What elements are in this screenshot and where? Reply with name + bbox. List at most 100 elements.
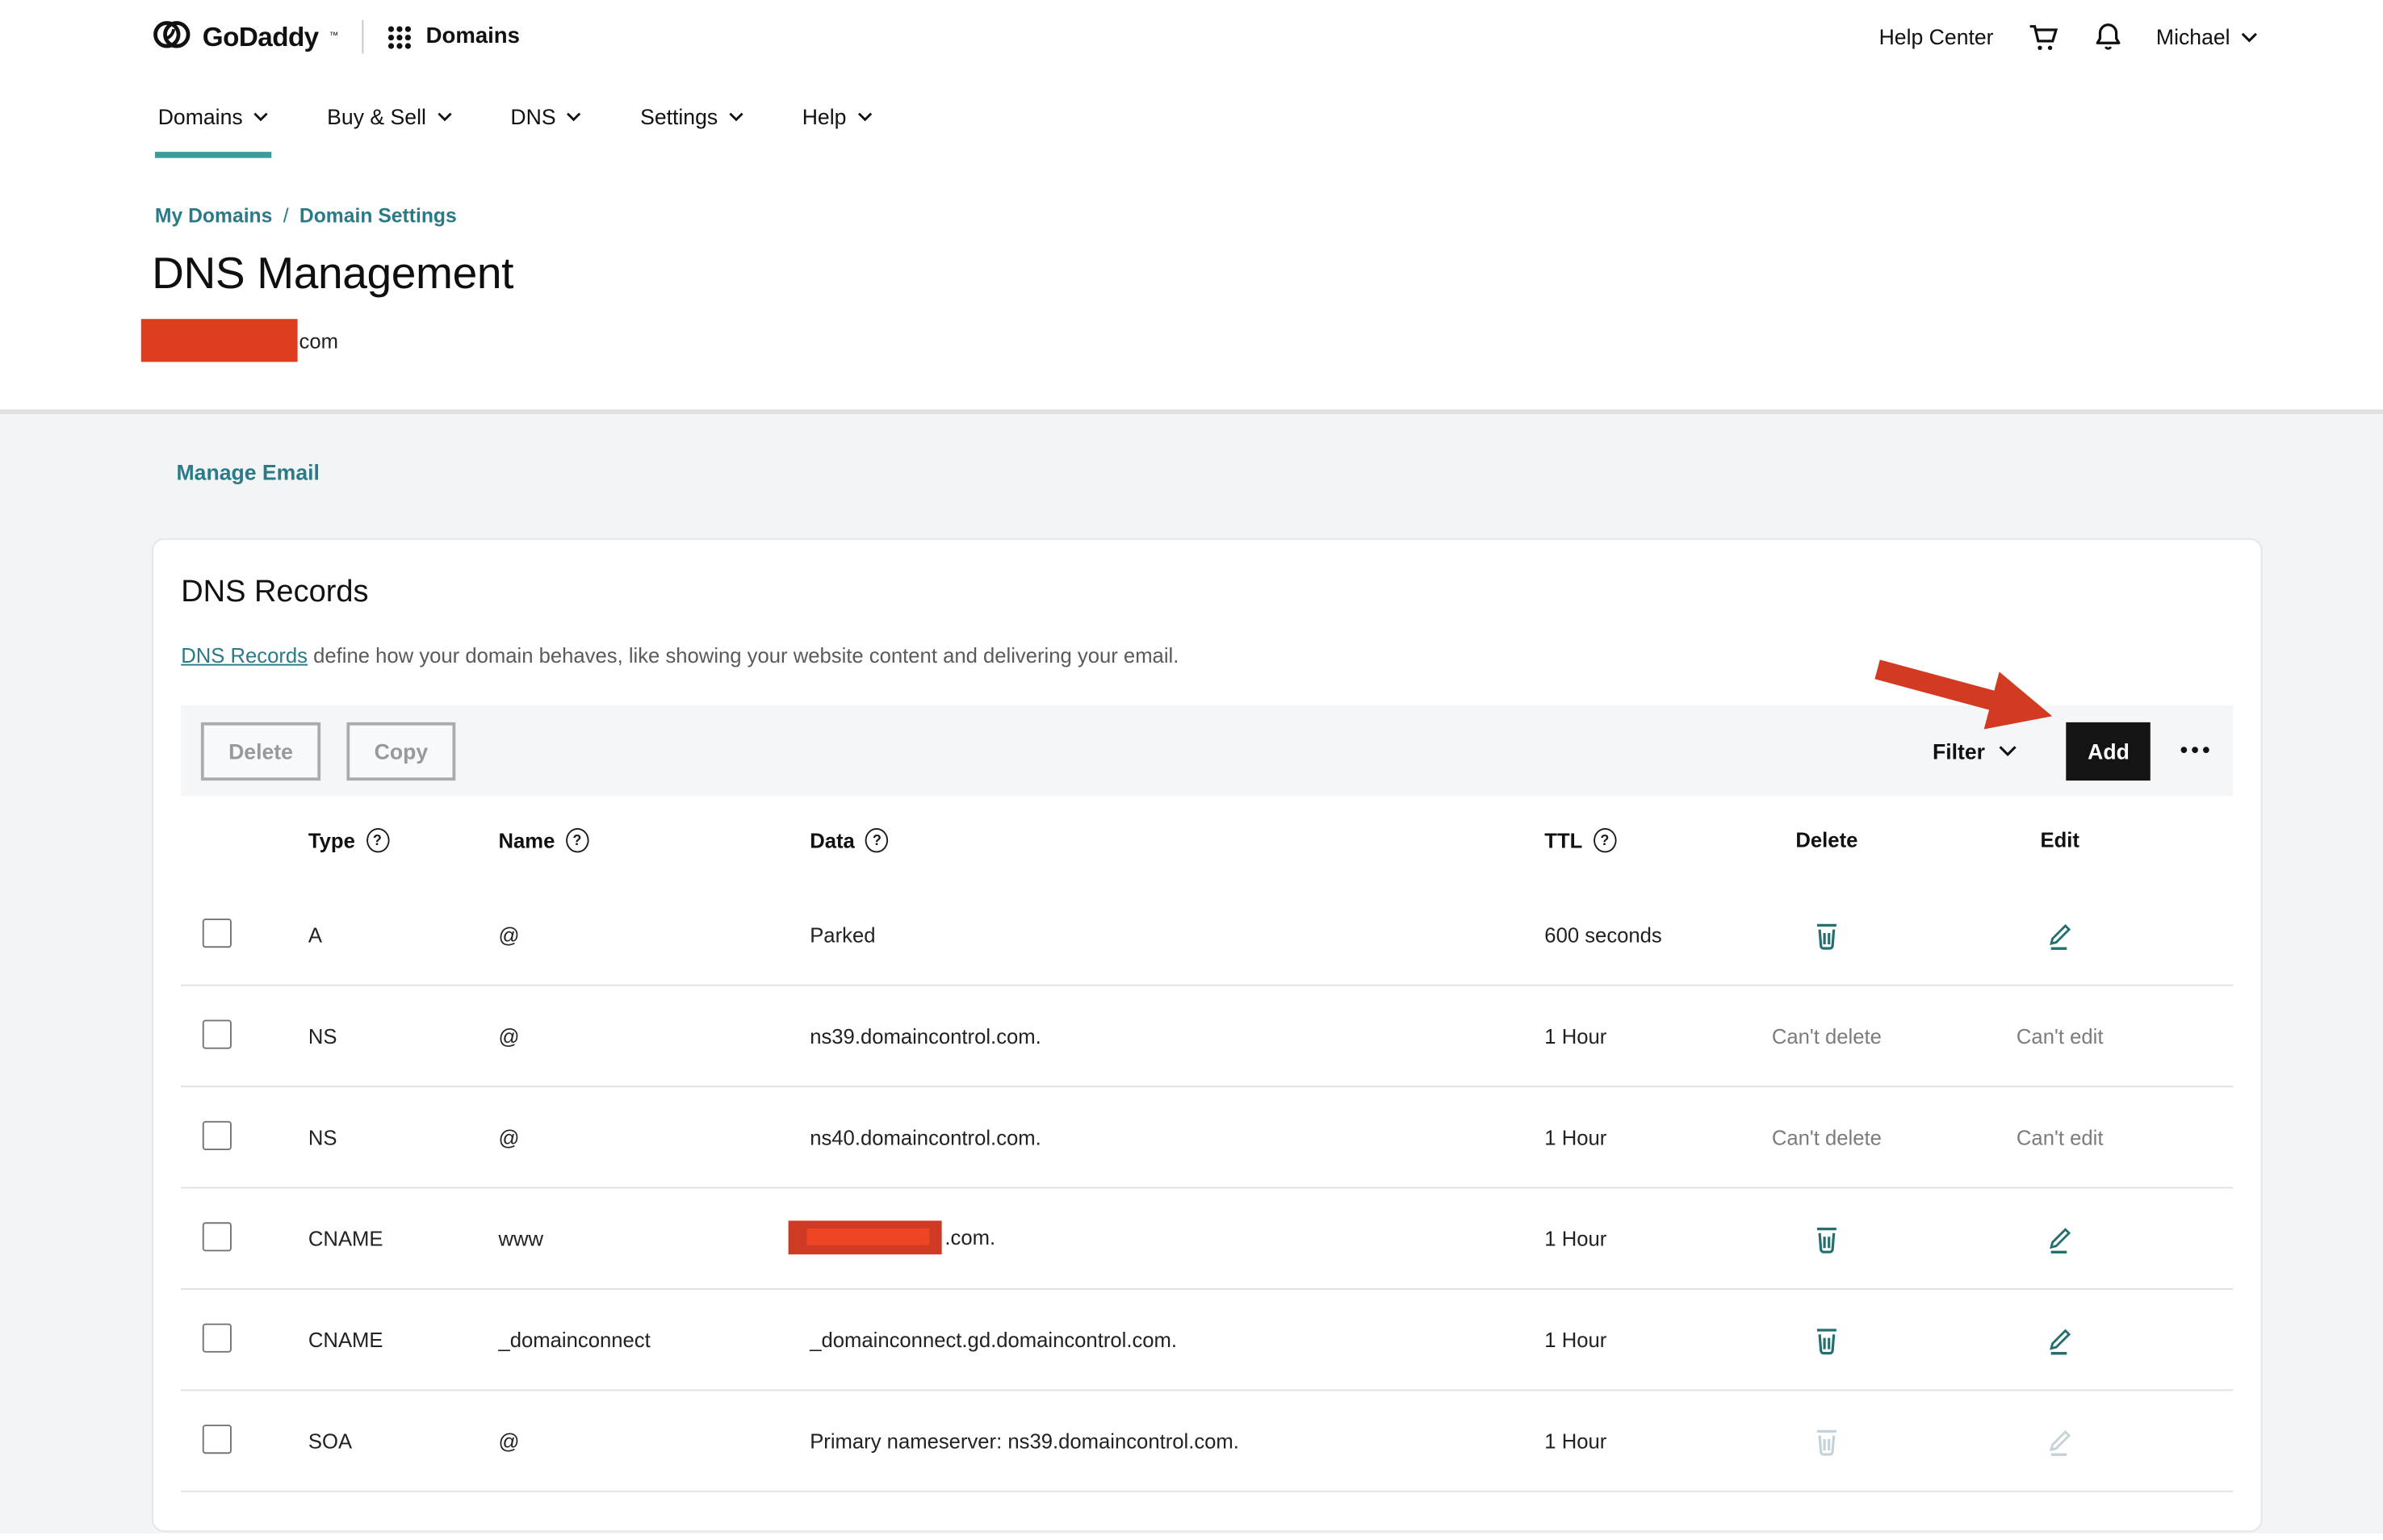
cell-data: .com. bbox=[810, 1220, 995, 1257]
cell-name: @ bbox=[499, 923, 520, 947]
breadcrumb-domain-settings[interactable]: Domain Settings bbox=[299, 204, 457, 227]
dns-records-card: DNS Records DNS Records define how your … bbox=[152, 538, 2262, 1532]
cell-ttl: 1 Hour bbox=[1544, 1024, 1606, 1048]
row-checkbox[interactable] bbox=[203, 1120, 232, 1149]
checkbox-cell bbox=[203, 1424, 232, 1458]
user-menu[interactable]: Michael bbox=[2156, 24, 2258, 48]
chevron-down-icon bbox=[1999, 744, 2017, 756]
table-row: A @ Parked 600 seconds bbox=[181, 885, 2233, 986]
breadcrumb-my-domains[interactable]: My Domains bbox=[155, 204, 272, 227]
edit-record-icon[interactable] bbox=[2046, 919, 2074, 951]
trademark: ™ bbox=[329, 32, 338, 41]
header-edit: Edit bbox=[1922, 829, 2198, 852]
cell-data: Parked bbox=[810, 923, 875, 947]
checkbox-cell bbox=[203, 1221, 232, 1255]
redacted-domain-name bbox=[141, 319, 298, 362]
godaddy-logo[interactable]: GoDaddy™ bbox=[152, 17, 338, 56]
records-toolbar: Delete Copy Filter Add ••• bbox=[181, 705, 2233, 796]
primary-nav: Domains Buy & Sell DNS Settings Help bbox=[0, 73, 2383, 158]
help-center-link[interactable]: Help Center bbox=[1879, 24, 1994, 48]
chevron-down-icon bbox=[729, 111, 744, 120]
delete-record-icon[interactable] bbox=[1813, 1223, 1841, 1253]
cell-type: A bbox=[308, 923, 322, 947]
row-checkbox[interactable] bbox=[203, 1323, 232, 1352]
header-name: Name? bbox=[499, 828, 589, 852]
cant-edit-label: Can't edit bbox=[1922, 1126, 2198, 1149]
dns-records-link[interactable]: DNS Records bbox=[181, 644, 308, 667]
tab-domains[interactable]: Domains bbox=[158, 73, 269, 158]
page-content: Manage Email DNS Records DNS Records def… bbox=[0, 414, 2383, 1534]
row-checkbox[interactable] bbox=[203, 1019, 232, 1048]
delete-record-icon[interactable] bbox=[1813, 1324, 1841, 1355]
cant-edit-label: Can't edit bbox=[1922, 1024, 2198, 1048]
cell-data: ns40.domaincontrol.com. bbox=[810, 1126, 1041, 1149]
edit-record-icon[interactable] bbox=[2046, 1324, 2074, 1356]
table-row: SOA @ Primary nameserver: ns39.domaincon… bbox=[181, 1391, 2233, 1492]
table-row: CNAME www .com. 1 Hour bbox=[181, 1189, 2233, 1290]
domain-name-line: com bbox=[141, 319, 2383, 362]
cell-type: CNAME bbox=[308, 1328, 383, 1351]
cell-name: www bbox=[499, 1227, 544, 1250]
row-checkbox[interactable] bbox=[203, 918, 232, 947]
header-type: Type? bbox=[308, 828, 389, 852]
help-icon[interactable]: ? bbox=[366, 828, 389, 852]
app-switcher-icon[interactable] bbox=[386, 23, 412, 49]
table-row: NS @ ns39.domaincontrol.com. 1 Hour Can'… bbox=[181, 986, 2233, 1087]
cell-data: Primary nameserver: ns39.domaincontrol.c… bbox=[810, 1429, 1239, 1453]
checkbox-cell bbox=[203, 1120, 232, 1154]
row-checkbox[interactable] bbox=[203, 1221, 232, 1250]
checkbox-cell bbox=[203, 1323, 232, 1357]
cart-icon[interactable] bbox=[2027, 23, 2059, 52]
header-data: Data? bbox=[810, 828, 888, 852]
cell-name: @ bbox=[499, 1126, 520, 1149]
description-text: define how your domain behaves, like sho… bbox=[308, 644, 1179, 667]
cell-ttl: 1 Hour bbox=[1544, 1126, 1606, 1149]
table-row: CNAME _domainconnect _domainconnect.gd.d… bbox=[181, 1290, 2233, 1391]
help-icon[interactable]: ? bbox=[865, 828, 889, 852]
tab-buy-sell[interactable]: Buy & Sell bbox=[327, 73, 452, 158]
cell-type: NS bbox=[308, 1024, 337, 1048]
tab-label: Help bbox=[802, 103, 847, 128]
cell-type: CNAME bbox=[308, 1227, 383, 1250]
filter-dropdown[interactable]: Filter bbox=[1933, 739, 2017, 763]
tab-label: Buy & Sell bbox=[327, 103, 426, 128]
table-header-row: Type? Name? Data? TTL? Delete Edit bbox=[181, 796, 2233, 885]
edit-record-icon[interactable] bbox=[2046, 1222, 2074, 1254]
redacted-record-data bbox=[789, 1220, 942, 1253]
user-name: Michael bbox=[2156, 24, 2230, 48]
chevron-down-icon bbox=[437, 111, 452, 120]
breadcrumb: My Domains / Domain Settings bbox=[155, 204, 2383, 227]
more-actions-icon[interactable]: ••• bbox=[2180, 743, 2213, 759]
add-record-button[interactable]: Add bbox=[2067, 722, 2151, 780]
checkbox-cell bbox=[203, 918, 232, 952]
page-title: DNS Management bbox=[152, 249, 2383, 301]
cant-delete-label: Can't delete bbox=[1719, 1024, 1934, 1048]
chevron-down-icon bbox=[567, 111, 582, 120]
tab-label: DNS bbox=[510, 103, 555, 128]
checkbox-cell bbox=[203, 1019, 232, 1053]
row-checkbox[interactable] bbox=[203, 1424, 232, 1453]
cell-type: NS bbox=[308, 1126, 337, 1149]
delete-record-icon[interactable] bbox=[1813, 919, 1841, 950]
tab-help[interactable]: Help bbox=[802, 73, 873, 158]
chevron-down-icon bbox=[2241, 31, 2258, 42]
tab-dns[interactable]: DNS bbox=[510, 73, 581, 158]
tab-settings[interactable]: Settings bbox=[640, 73, 743, 158]
godaddy-heart-icon bbox=[152, 17, 191, 56]
copy-button[interactable]: Copy bbox=[346, 722, 455, 780]
domain-suffix: com bbox=[299, 329, 338, 353]
record-data-suffix: .com. bbox=[944, 1225, 995, 1249]
help-icon[interactable]: ? bbox=[566, 828, 589, 852]
delete-button[interactable]: Delete bbox=[201, 722, 320, 780]
top-bar: GoDaddy™ Domains Help Center bbox=[0, 0, 2383, 73]
edit-record-icon-disabled bbox=[2046, 1425, 2074, 1457]
notifications-bell-icon[interactable] bbox=[2093, 22, 2122, 52]
manage-email-link[interactable]: Manage Email bbox=[177, 460, 320, 484]
cell-ttl: 1 Hour bbox=[1544, 1429, 1606, 1453]
cell-name: @ bbox=[499, 1024, 520, 1048]
cell-name: _domainconnect bbox=[499, 1328, 651, 1351]
cant-delete-label: Can't delete bbox=[1719, 1126, 1934, 1149]
filter-label: Filter bbox=[1933, 739, 1985, 763]
help-icon[interactable]: ? bbox=[1594, 828, 1617, 852]
app-label: Domains bbox=[426, 24, 520, 48]
